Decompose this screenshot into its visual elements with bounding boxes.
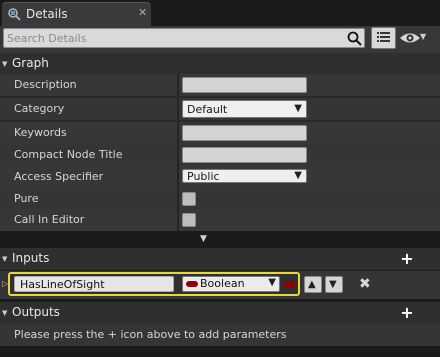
move-down-button[interactable]: ▼ [325,276,343,293]
property-row-category: Category Default ▼ [0,98,440,120]
search-icon[interactable] [347,31,362,46]
property-row-call-in-editor: Call In Editor [0,209,440,231]
property-row-keywords: Keywords [0,122,440,144]
column-splitter[interactable] [177,144,179,166]
category-dropdown[interactable]: Default ▼ [182,100,307,118]
parameter-highlight: HasLineOfSight Boolean ▼ [8,272,300,296]
access-specifier-dropdown[interactable]: Public ▼ [182,169,307,183]
tab-bar: Details ✕ [0,0,440,26]
chevron-down-icon[interactable]: ▼ [420,32,426,41]
move-up-button[interactable]: ▲ [304,276,322,293]
details-toolbar: ▼ [0,26,440,53]
property-row-pure: Pure [0,188,440,210]
outputs-empty-message: Please press the + icon above to add par… [14,328,287,341]
input-parameter-row: ▷ HasLineOfSight Boolean ▼ ▲ ▼ ✖ [0,271,440,299]
property-label: Compact Node Title [14,148,123,161]
search-input[interactable] [4,29,344,47]
property-label: Access Specifier [14,170,104,183]
parameter-name-field[interactable]: HasLineOfSight [14,276,174,292]
graph-section-header[interactable]: ▼ Graph [0,53,440,75]
section-title: Outputs [12,305,60,319]
property-label: Description [14,78,77,91]
view-options-button[interactable] [371,27,396,49]
compact-node-title-field[interactable] [182,147,307,163]
details-tab[interactable]: Details ✕ [2,2,151,26]
property-row-access-specifier: Access Specifier Public ▼ [0,166,440,188]
plus-icon[interactable]: + [398,304,416,322]
arrow-down-icon: ▼ [329,279,337,290]
chevron-down-icon: ▼ [2,255,8,263]
chevron-down-icon: ▼ [268,277,276,288]
dropdown-value: Public [187,170,220,183]
graph-properties: Description Category Default ▼ Keywords … [0,74,440,231]
close-icon[interactable]: ✕ [138,6,147,19]
call-in-editor-checkbox[interactable] [182,213,196,227]
column-splitter[interactable] [177,166,179,188]
parameter-type-dropdown[interactable]: Boolean ▼ [182,276,280,292]
section-title: Inputs [12,251,50,265]
chevron-down-icon: ▼ [294,170,302,181]
property-row-description: Description [0,74,440,96]
outputs-message-row: Please press the + icon above to add par… [0,324,440,346]
inputs-section-header[interactable]: ▼ Inputs + [0,248,440,270]
chevron-down-icon: ▼ [294,103,302,114]
eye-icon[interactable] [399,30,421,46]
property-label: Keywords [14,126,67,139]
search-box [3,28,365,48]
column-splitter[interactable] [177,98,179,120]
close-icon[interactable]: ✖ [359,276,371,292]
keywords-field[interactable] [182,125,307,141]
pin-type-icon[interactable] [284,281,296,288]
column-splitter[interactable] [177,74,179,96]
parameter-type: Boolean [200,277,245,290]
plus-icon[interactable]: + [398,250,416,268]
property-label: Call In Editor [14,213,85,226]
description-field[interactable] [182,77,307,93]
dropdown-value: Default [187,103,228,116]
column-splitter[interactable] [177,122,179,144]
pure-checkbox[interactable] [182,192,196,206]
property-label: Pure [14,192,39,205]
arrow-up-icon: ▲ [308,279,316,290]
column-splitter[interactable] [177,188,179,210]
tab-title: Details [26,7,68,21]
outputs-section-header[interactable]: ▼ Outputs + [0,302,440,324]
details-tab-icon [8,8,21,21]
property-label: Category [14,102,65,115]
show-advanced-icon[interactable]: ▼ [200,234,207,244]
column-splitter[interactable] [177,209,179,231]
boolean-pin-icon [186,281,198,287]
list-view-icon [377,32,390,42]
property-row-compact-node-title: Compact Node Title [0,144,440,166]
parameter-name: HasLineOfSight [20,278,105,291]
section-title: Graph [12,56,49,70]
chevron-down-icon: ▼ [2,60,8,68]
chevron-down-icon: ▼ [2,309,8,317]
